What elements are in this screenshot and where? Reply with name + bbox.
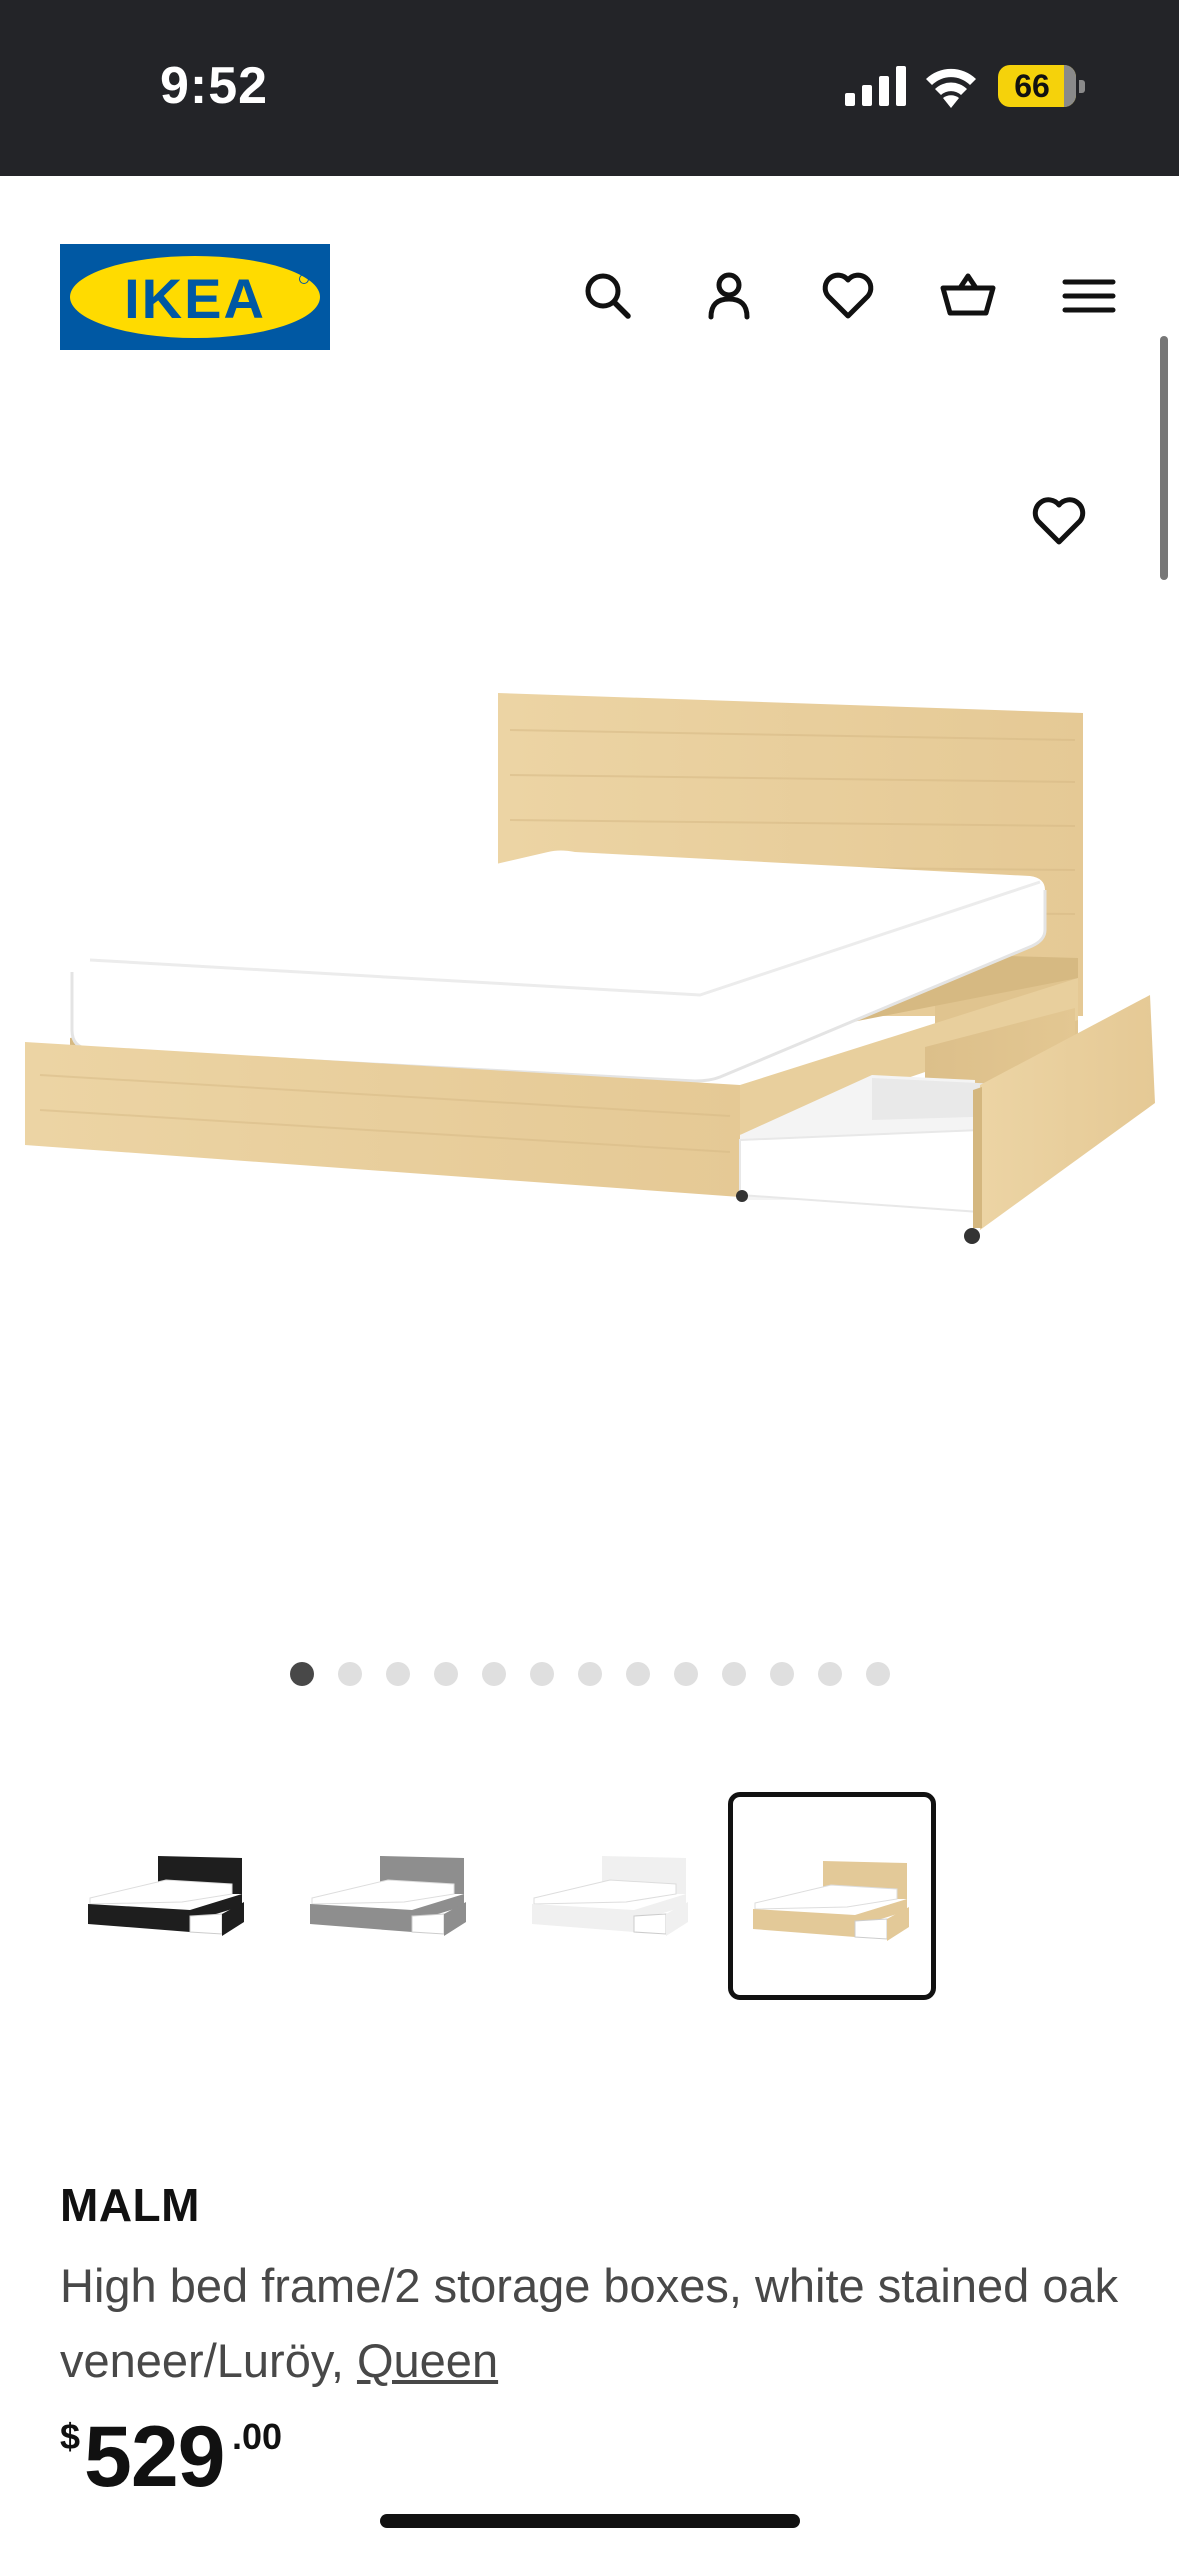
product-name[interactable]: MALM	[60, 2178, 200, 2232]
home-indicator[interactable]	[380, 2514, 800, 2528]
battery-level: 66	[1014, 68, 1050, 104]
account-icon[interactable]	[699, 266, 759, 326]
carousel-dots	[290, 1662, 890, 1686]
status-bar: 9:52 66	[0, 0, 1179, 176]
carousel-dot[interactable]	[674, 1662, 698, 1686]
wishlist-heart-icon[interactable]	[818, 266, 878, 326]
heart-icon	[1032, 497, 1086, 545]
signal-icon	[845, 66, 906, 106]
size-link[interactable]: Queen	[357, 2334, 498, 2387]
battery-icon: 66	[998, 65, 1076, 107]
battery-nub	[1079, 80, 1085, 93]
carousel-dot[interactable]	[530, 1662, 554, 1686]
product-description: High bed frame/2 storage boxes, white st…	[60, 2248, 1140, 2398]
variant-thumbnail[interactable]	[68, 1792, 276, 2000]
carousel-dot[interactable]	[722, 1662, 746, 1686]
carousel-dot[interactable]	[626, 1662, 650, 1686]
search-icon[interactable]	[578, 266, 638, 326]
product-wishlist-button[interactable]	[1028, 490, 1090, 552]
carousel-dot[interactable]	[770, 1662, 794, 1686]
logo-text: IKEA	[124, 267, 266, 330]
price-decimal: .00	[232, 2416, 283, 2457]
scroll-indicator[interactable]	[1160, 336, 1168, 580]
variant-thumbnail[interactable]	[512, 1792, 720, 2000]
variant-thumbnail[interactable]	[290, 1792, 498, 2000]
variant-thumbnails	[68, 1792, 948, 2002]
variant-thumbnail[interactable]	[728, 1792, 936, 2000]
price-integer: 529	[84, 2409, 225, 2505]
carousel-dot[interactable]	[338, 1662, 362, 1686]
menu-icon[interactable]	[1059, 266, 1119, 326]
status-time: 9:52	[160, 57, 269, 115]
carousel-dot[interactable]	[434, 1662, 458, 1686]
wifi-icon	[926, 68, 976, 108]
carousel-dot[interactable]	[866, 1662, 890, 1686]
price-currency: $	[60, 2416, 81, 2457]
carousel-dot[interactable]	[290, 1662, 314, 1686]
carousel-dot[interactable]	[386, 1662, 410, 1686]
carousel-dot[interactable]	[578, 1662, 602, 1686]
cart-icon[interactable]	[938, 266, 998, 326]
carousel-dot[interactable]	[482, 1662, 506, 1686]
product-image[interactable]	[0, 600, 1179, 1380]
product-description-text: High bed frame/2 storage boxes, white st…	[60, 2259, 1119, 2387]
ikea-logo[interactable]: IKEA	[60, 244, 330, 350]
carousel-dot[interactable]	[818, 1662, 842, 1686]
